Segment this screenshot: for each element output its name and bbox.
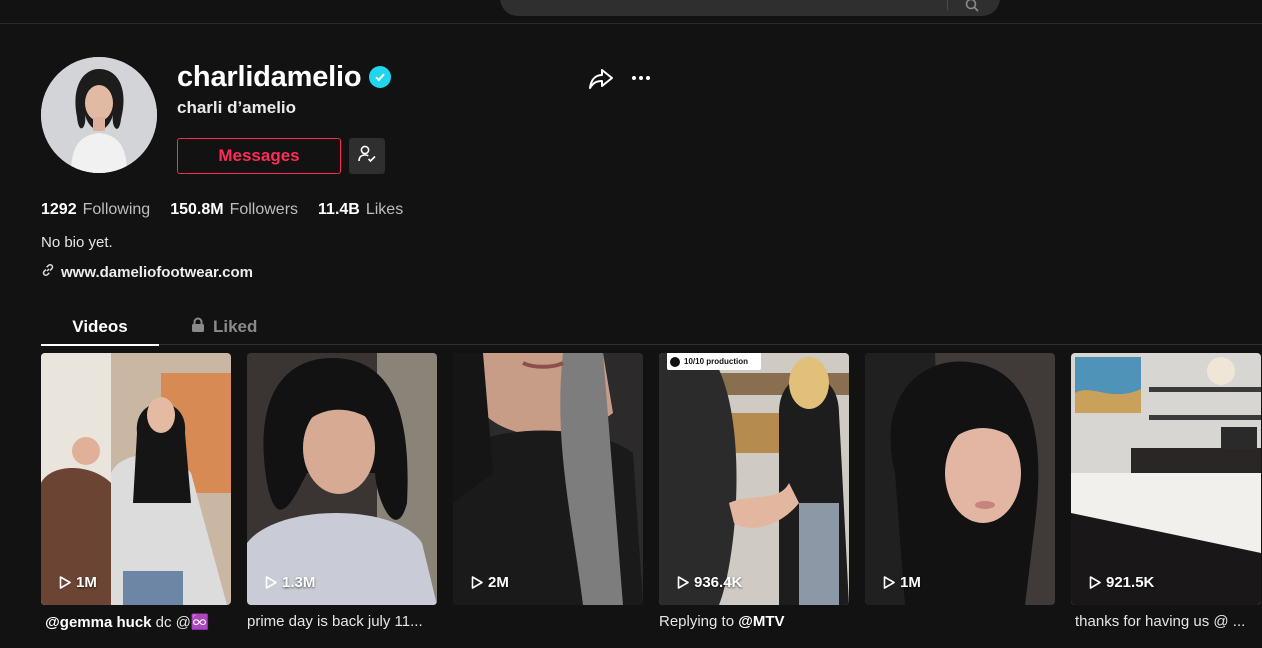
more-dots-icon[interactable] xyxy=(628,66,654,90)
tab-label: Liked xyxy=(213,317,258,336)
badge-text: 10/10 production xyxy=(684,357,749,366)
view-count-text: 1M xyxy=(900,574,921,591)
tab-label: Videos xyxy=(72,317,128,336)
video-caption[interactable]: prime day is back july 11... xyxy=(247,613,437,630)
share-arrow-icon[interactable] xyxy=(588,66,614,92)
video-card[interactable]: 10/10 production 936.4K Replying to @MTV xyxy=(659,353,849,630)
stat-label: Following xyxy=(82,201,151,218)
caption-text: Replying to xyxy=(659,613,739,630)
bio-text: No bio yet. xyxy=(41,234,113,251)
lock-icon xyxy=(191,317,205,338)
view-count: 1M xyxy=(883,574,921,591)
play-icon xyxy=(59,576,71,589)
caption-text: dc @♾️ xyxy=(151,614,210,631)
username: charlidamelio xyxy=(177,61,362,93)
following-status-button[interactable] xyxy=(349,138,385,174)
view-count: 936.4K xyxy=(677,574,742,591)
view-count: 1.3M xyxy=(265,574,315,591)
stat-label: Followers xyxy=(229,201,299,218)
view-count: 1M xyxy=(59,574,97,591)
profile-stats: 1292 Following 150.8M Followers 11.4B Li… xyxy=(41,201,403,219)
video-caption[interactable]: @gemma huck dc @♾️ xyxy=(41,613,231,631)
caption-mention[interactable]: @gemma huck xyxy=(45,614,151,631)
stat-label: Likes xyxy=(365,201,404,218)
profile-tabs: Videos Liked xyxy=(41,309,1262,346)
view-count-text: 936.4K xyxy=(694,574,743,591)
stat-value: 1292 xyxy=(41,201,77,218)
search-icon[interactable] xyxy=(962,0,982,12)
stat-value: 11.4B xyxy=(318,201,360,218)
play-icon xyxy=(677,576,689,589)
badge-logo-icon xyxy=(670,356,680,367)
link-icon xyxy=(41,263,55,281)
production-badge: 10/10 production xyxy=(667,353,761,370)
play-icon xyxy=(471,576,483,589)
video-card[interactable]: 2M xyxy=(453,353,643,613)
avatar[interactable] xyxy=(41,57,157,173)
play-icon xyxy=(1089,576,1101,589)
stat-followers[interactable]: 150.8M Followers xyxy=(170,201,298,219)
play-icon xyxy=(265,576,277,589)
caption-mention[interactable]: @MTV xyxy=(738,613,784,630)
view-count-text: 1M xyxy=(76,574,97,591)
video-card[interactable]: 921.5K thanks for having us @ ... xyxy=(1071,353,1261,630)
tab-videos[interactable]: Videos xyxy=(41,309,159,346)
tab-liked[interactable]: Liked xyxy=(191,309,311,345)
username-row: charlidamelio xyxy=(177,60,392,94)
video-thumbnail[interactable]: 10/10 production 936.4K xyxy=(659,353,849,605)
video-thumbnail[interactable]: 1M xyxy=(41,353,231,605)
search-divider xyxy=(947,0,948,10)
top-bar xyxy=(0,0,1262,24)
view-count-text: 2M xyxy=(488,574,509,591)
video-thumbnail[interactable]: 921.5K xyxy=(1071,353,1261,605)
view-count: 921.5K xyxy=(1089,574,1154,591)
video-card[interactable]: 1M @gemma huck dc @♾️ xyxy=(41,353,231,631)
profile-link[interactable]: www.dameliofootwear.com xyxy=(41,263,253,281)
video-thumbnail[interactable]: 1.3M xyxy=(247,353,437,605)
video-thumbnail[interactable]: 1M xyxy=(865,353,1055,605)
link-text[interactable]: www.dameliofootwear.com xyxy=(61,264,253,281)
view-count-text: 1.3M xyxy=(282,574,316,591)
stat-following[interactable]: 1292 Following xyxy=(41,201,150,219)
view-count: 2M xyxy=(471,574,509,591)
verified-check-icon xyxy=(369,66,392,88)
play-icon xyxy=(883,576,895,589)
video-caption[interactable]: Replying to @MTV xyxy=(659,613,849,630)
person-check-icon xyxy=(357,144,377,169)
messages-button[interactable]: Messages xyxy=(177,138,341,174)
stat-value: 150.8M xyxy=(170,201,224,218)
stat-likes: 11.4B Likes xyxy=(318,201,403,219)
video-caption[interactable]: thanks for having us @ ... xyxy=(1071,613,1261,630)
video-grid: 1M @gemma huck dc @♾️ 1.3M prime day is … xyxy=(41,353,1262,648)
video-card[interactable]: 1.3M prime day is back july 11... xyxy=(247,353,437,630)
search-bar[interactable] xyxy=(500,0,1000,16)
nickname: charli d’amelio xyxy=(177,98,297,117)
video-card[interactable]: 1M xyxy=(865,353,1055,613)
video-thumbnail[interactable]: 2M xyxy=(453,353,643,605)
view-count-text: 921.5K xyxy=(1106,574,1155,591)
